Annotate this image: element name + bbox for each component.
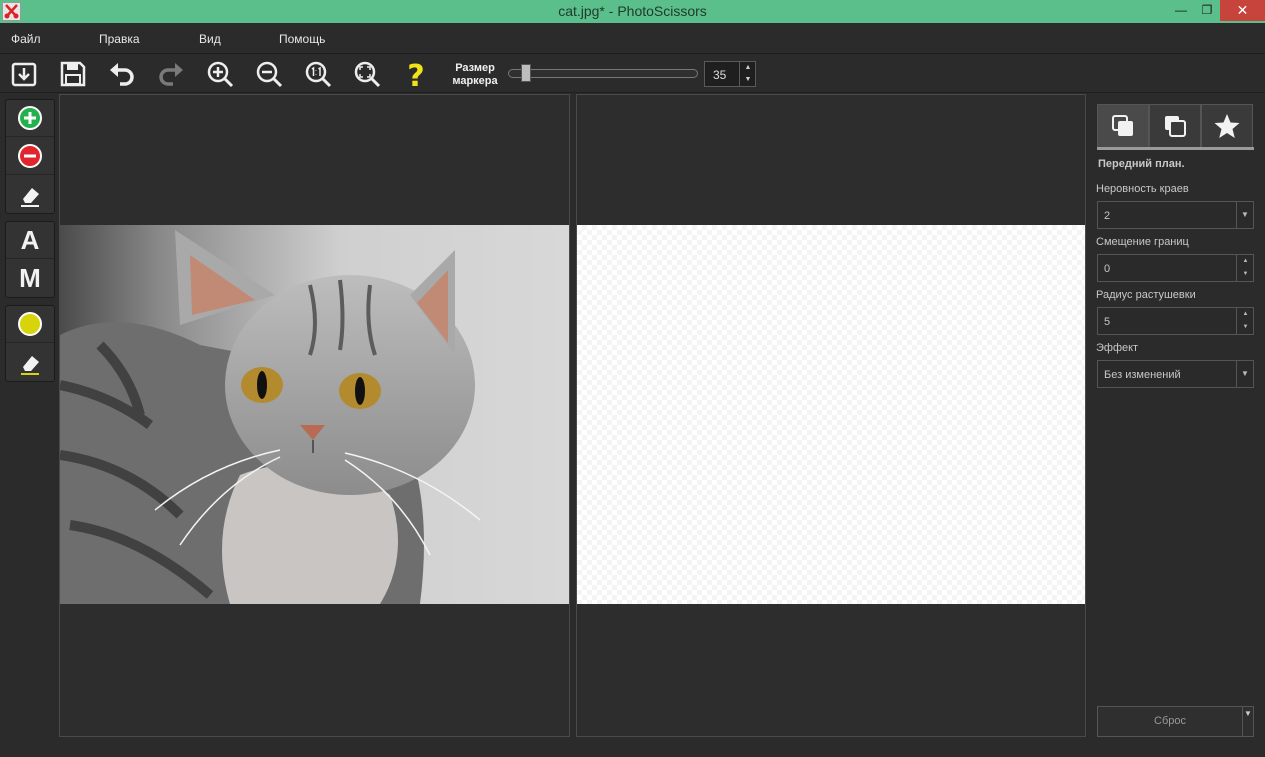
marker-size-slider-thumb[interactable]: [520, 64, 531, 82]
effect-dropdown[interactable]: Без изменений ▼: [1097, 360, 1254, 388]
add-background-marker-tool[interactable]: [6, 138, 54, 175]
spin-up-icon[interactable]: ▲: [1237, 308, 1254, 321]
zoom-in-button[interactable]: [204, 58, 236, 90]
marker-size-label-line1: Размер: [455, 62, 495, 74]
zoom-in-icon: [207, 61, 234, 88]
border-offset-label: Смещение границ: [1096, 236, 1189, 248]
spin-up-icon[interactable]: ▲: [1237, 255, 1254, 268]
yellow-circle-icon: [18, 312, 42, 336]
auto-mode-tool[interactable]: A: [6, 222, 54, 259]
spin-down-icon[interactable]: ▼: [740, 74, 756, 86]
maximize-button[interactable]: ❐: [1194, 0, 1220, 21]
redo-icon: [159, 63, 183, 86]
tab-background[interactable]: [1149, 104, 1201, 148]
star-icon: [1214, 114, 1240, 138]
photoscissors-window: cat.jpg* - PhotoScissors — ❐ ✕ Файл Прав…: [0, 0, 1265, 757]
save-icon: [60, 61, 86, 87]
open-icon: [11, 62, 37, 87]
border-offset-spin-arrows: ▲ ▼: [1236, 255, 1253, 281]
menu-view[interactable]: Вид: [199, 32, 221, 46]
tab-underline: [1097, 147, 1254, 150]
edge-roughness-dropdown[interactable]: 2 ▼: [1097, 201, 1254, 229]
menu-edit[interactable]: Правка: [99, 32, 140, 46]
menu-help[interactable]: Помощь: [279, 32, 325, 46]
svg-text:?: ?: [407, 59, 424, 90]
toolbar: ? Размер маркера 35 ▲ ▼: [0, 55, 1265, 94]
effect-value: Без изменений: [1104, 369, 1181, 381]
marker-size-spin-arrows: ▲ ▼: [739, 62, 755, 86]
zoom-fit-button[interactable]: [351, 58, 383, 90]
undo-icon: [110, 63, 134, 86]
eraser-yellow-icon: [21, 355, 39, 375]
chevron-down-icon[interactable]: ▼: [1236, 202, 1253, 228]
redo-button[interactable]: [155, 58, 187, 90]
foreground-layer-icon: [1112, 115, 1133, 136]
border-offset-spinbox[interactable]: 0 ▲ ▼: [1097, 254, 1254, 282]
manual-mode-tool[interactable]: M: [6, 260, 54, 297]
marker-size-spinbox[interactable]: 35 ▲ ▼: [704, 61, 756, 87]
eraser-tool[interactable]: [6, 176, 54, 213]
menu-file[interactable]: Файл: [11, 32, 41, 46]
reset-button[interactable]: Сброс: [1097, 706, 1243, 737]
source-canvas[interactable]: [59, 94, 570, 737]
open-button[interactable]: [8, 58, 40, 90]
help-icon: ?: [407, 59, 424, 94]
edge-roughness-value: 2: [1104, 210, 1111, 222]
background-layer-icon: [1165, 116, 1186, 137]
feather-radius-spin-arrows: ▲ ▼: [1236, 308, 1253, 334]
hair-tool-group: [5, 305, 55, 382]
marker-tool-group: [5, 99, 55, 214]
result-preview-transparent: [577, 225, 1085, 604]
hair-marker-tool[interactable]: [6, 306, 54, 343]
reset-menu-arrow[interactable]: ▼: [1243, 706, 1254, 737]
save-button[interactable]: [57, 58, 89, 90]
zoom-out-icon: [256, 61, 283, 88]
feather-radius-label: Радиус растушевки: [1096, 289, 1196, 301]
tab-effects[interactable]: [1201, 104, 1253, 148]
zoom-fit-icon: [354, 61, 381, 88]
settings-panel: Передний план. Неровность краев 2 ▼ Смещ…: [1094, 103, 1256, 739]
eraser-icon: [21, 187, 39, 207]
menu-bar: Файл Правка Вид Помощь: [0, 23, 1265, 54]
chevron-down-icon[interactable]: ▼: [1236, 361, 1253, 387]
marker-size-label-line2: маркера: [452, 75, 498, 87]
add-foreground-marker-tool[interactable]: [6, 100, 54, 137]
zoom-out-button[interactable]: [253, 58, 285, 90]
feather-radius-value[interactable]: 5: [1104, 316, 1110, 328]
section-title: Передний план.: [1098, 158, 1185, 170]
tab-foreground[interactable]: [1097, 104, 1149, 148]
help-button[interactable]: ?: [400, 58, 432, 94]
spin-down-icon[interactable]: ▼: [1237, 321, 1254, 334]
minimize-button[interactable]: —: [1168, 0, 1194, 21]
window-title: cat.jpg* - PhotoScissors: [558, 3, 707, 19]
result-canvas[interactable]: [576, 94, 1086, 737]
zoom-actual-size-icon: [305, 61, 332, 88]
undo-button[interactable]: [106, 58, 138, 90]
title-bar: cat.jpg* - PhotoScissors — ❐ ✕: [0, 0, 1265, 23]
effect-label: Эффект: [1096, 342, 1139, 354]
spin-up-icon[interactable]: ▲: [740, 62, 756, 74]
zoom-actual-size-button[interactable]: [302, 58, 334, 90]
mode-tool-group: A M: [5, 221, 55, 298]
minus-circle-icon: [18, 144, 42, 168]
auto-mode-label: A: [20, 224, 40, 255]
edge-roughness-label: Неровность краев: [1096, 183, 1189, 195]
marker-size-value[interactable]: 35: [713, 68, 726, 82]
hair-eraser-tool[interactable]: [6, 344, 54, 381]
spin-down-icon[interactable]: ▼: [1237, 268, 1254, 281]
marker-size-slider[interactable]: [508, 69, 698, 78]
manual-mode-label: M: [19, 263, 41, 293]
plus-circle-icon: [18, 106, 42, 130]
settings-tabs: [1097, 104, 1254, 148]
marker-size-label: Размер маркера: [448, 62, 502, 88]
feather-radius-spinbox[interactable]: 5 ▲ ▼: [1097, 307, 1254, 335]
cat-photo: [60, 230, 481, 604]
border-offset-value[interactable]: 0: [1104, 263, 1110, 275]
source-image[interactable]: [60, 225, 569, 604]
close-button[interactable]: ✕: [1220, 0, 1265, 21]
